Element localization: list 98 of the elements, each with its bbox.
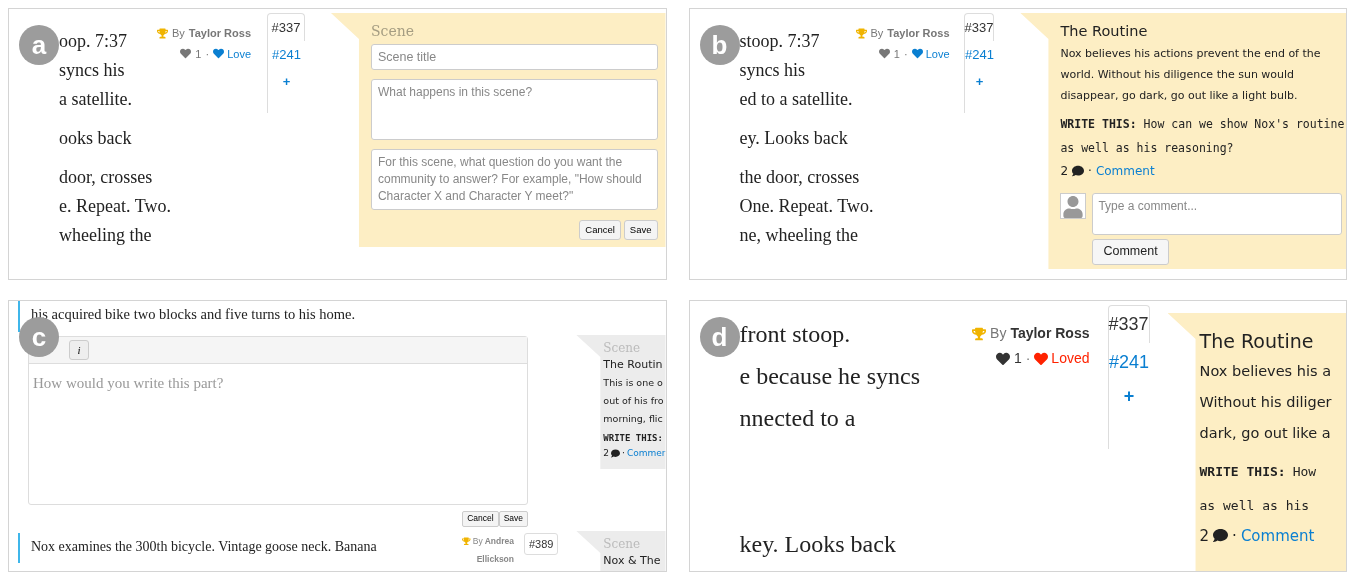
trophy-icon <box>972 326 987 341</box>
heart-icon <box>1034 351 1049 366</box>
speech-bubble-icon <box>611 449 621 459</box>
story-line: ne, wheeling the <box>739 224 858 247</box>
speech-bubble-icon <box>1213 528 1229 544</box>
form-heading: Scene <box>370 22 415 41</box>
prompt-label: WRITE THIS: <box>1199 462 1286 481</box>
story-line: oop. 7:37 <box>59 30 127 53</box>
italic-button[interactable]: i <box>69 339 89 360</box>
like-count: 1 <box>195 46 202 62</box>
comment-count: 2 <box>1199 525 1210 547</box>
add-version-button[interactable]: + <box>1123 387 1135 405</box>
heart-icon <box>180 48 192 60</box>
author-name: Ellickson <box>476 552 514 566</box>
version-tab[interactable]: #337 <box>963 13 995 41</box>
text-area-field[interactable]: For this scene, what question do you want the community to answer? For example, "How should Character X and Character Y meet?" <box>370 149 658 210</box>
version-tab[interactable]: #241 <box>1107 343 1150 381</box>
panel-label: a <box>19 25 59 65</box>
heart-icon <box>911 48 923 60</box>
text-area-field[interactable]: What happens in this scene? <box>370 79 658 140</box>
version-tab[interactable]: #389 <box>524 532 559 555</box>
prompt-text: How <box>1292 462 1317 481</box>
prompt-text: How can we show Nox's routine <box>1143 115 1345 133</box>
panel-label: d <box>699 317 740 357</box>
comment-count: 2 <box>603 447 610 460</box>
story-line: e. Repeat. Two. <box>59 195 171 218</box>
form-button[interactable]: Save <box>498 510 528 527</box>
add-version-button[interactable]: + <box>975 75 984 88</box>
scene-title: Nox & The <box>603 553 662 569</box>
separator: · <box>1088 162 1092 180</box>
form-button[interactable]: Cancel <box>462 510 499 527</box>
prompt-label: WRITE THIS: <box>603 431 664 445</box>
add-version-button[interactable]: + <box>282 75 291 88</box>
avatar <box>1060 192 1087 219</box>
scene-title: The Routin <box>603 357 664 373</box>
version-tab[interactable]: #241 <box>267 41 305 69</box>
author-name: Taylor Ross <box>188 26 251 41</box>
love-link[interactable]: Love <box>911 45 950 62</box>
author-name: Andrea <box>484 534 514 548</box>
form-button[interactable]: Cancel <box>579 220 621 240</box>
author-name: Taylor Ross <box>1010 324 1090 343</box>
form-button[interactable]: Save <box>623 220 658 240</box>
version-tab[interactable]: #337 <box>267 13 305 41</box>
byline-label: By <box>870 26 884 41</box>
story-line: ey. Looks back <box>739 127 848 150</box>
byline-label: By <box>472 534 483 548</box>
story-line: e because he syncs <box>739 362 921 391</box>
story-line: key. Looks back <box>739 530 896 559</box>
scene-description: Nox believes his actions prevent the end of the world. Without his diligence the sun would disappear, go dark, go out like a light bulb. <box>1060 45 1321 104</box>
separator: · <box>622 447 625 460</box>
story-line: syncs his <box>59 59 125 82</box>
scene-title: The Routine <box>1060 22 1149 41</box>
story-line: wheeling the <box>59 224 152 247</box>
version-tab[interactable]: #241 <box>963 41 995 69</box>
separator: · <box>1025 349 1031 368</box>
trophy-icon <box>462 536 471 546</box>
story-line: door, crosses <box>59 166 153 189</box>
comment-link[interactable]: Comment <box>1240 524 1315 547</box>
love-link[interactable]: Love <box>213 45 251 62</box>
story-line: ed to a satellite. <box>739 88 853 111</box>
prompt-text: as well as his reasoning? <box>1060 139 1234 157</box>
trophy-icon <box>855 27 867 39</box>
prompt-text: as well as his <box>1199 496 1310 515</box>
heart-icon <box>878 48 890 60</box>
story-line: front stoop. <box>739 320 851 349</box>
love-link[interactable]: Loved <box>1034 348 1090 369</box>
byline-label: By <box>172 26 185 41</box>
version-tab[interactable]: #337 <box>1107 305 1150 343</box>
comment-count: 2 <box>1060 162 1069 180</box>
prompt-label: WRITE THIS: <box>1060 115 1137 133</box>
separator: · <box>205 46 210 62</box>
story-line: the door, crosses <box>739 166 860 189</box>
story-line: a satellite. <box>59 88 132 111</box>
author-name: Taylor Ross <box>887 26 950 41</box>
separator: · <box>903 46 908 62</box>
heart-icon <box>995 351 1010 366</box>
title-field[interactable]: Scene title <box>370 44 658 70</box>
trophy-icon <box>157 27 168 39</box>
story-paragraph: Nox examines the 300th bicycle. Vintage goose neck. Banana <box>18 532 458 563</box>
story-line: One. Repeat. Two. <box>739 195 874 218</box>
like-count: 1 <box>893 46 900 62</box>
story-line: ooks back <box>59 127 132 150</box>
scene-title: The Routine <box>1199 329 1315 354</box>
speech-bubble-icon <box>1072 164 1085 177</box>
comment-field[interactable]: Type a comment... <box>1092 192 1343 235</box>
scene-description: This is one o out of his fro morning, flic <box>603 375 665 426</box>
comment-link[interactable]: Commer <box>626 447 666 461</box>
panel-label: b <box>699 25 740 65</box>
comment-link[interactable]: Comment <box>1095 161 1155 180</box>
story-line: nnected to a <box>739 404 856 433</box>
like-count: 1 <box>1013 349 1022 368</box>
separator: · <box>1232 525 1237 547</box>
story-line: stoop. 7:37 <box>739 30 820 53</box>
heart-icon <box>213 48 225 60</box>
byline-label: By <box>990 324 1007 343</box>
story-line: syncs his <box>739 59 805 82</box>
scene-description: Nox believes his a Without his diliger dark, go out like a <box>1199 361 1332 443</box>
comment-button[interactable]: Comment <box>1092 238 1169 265</box>
